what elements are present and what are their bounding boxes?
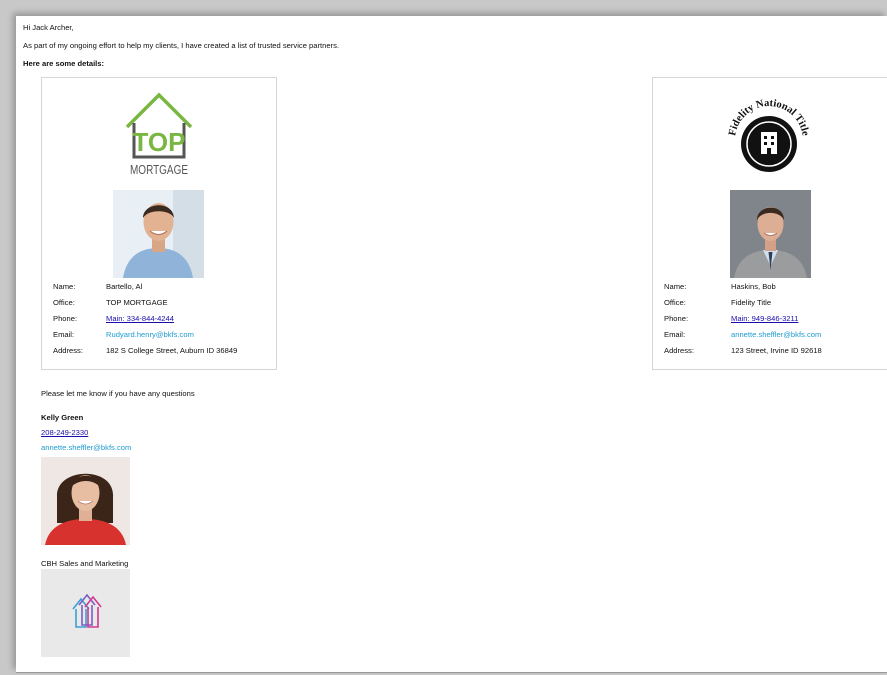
partner-photo-bob-haskins <box>730 190 811 278</box>
partner-name: Bartello, Al <box>106 282 143 292</box>
address-label: Address: <box>664 346 694 356</box>
name-label: Name: <box>53 282 76 292</box>
partner-photo-al-bartello <box>113 190 204 278</box>
signature-company: CBH Sales and Marketing <box>41 559 129 568</box>
house-logo-icon: TOP MORTGAGE <box>125 92 193 177</box>
phone-label: Phone: <box>53 314 78 324</box>
office-label: Office: <box>53 298 75 308</box>
partner-email-link[interactable]: Rudyard.henry@bkfs.com <box>106 330 194 339</box>
signature-photo-kelly-green <box>41 457 130 545</box>
phone-label: Phone: <box>664 314 689 324</box>
company-logo <box>41 569 130 657</box>
email-label: Email: <box>664 330 686 340</box>
partner-email-link[interactable]: annette.sheffler@bkfs.com <box>731 330 821 339</box>
email-viewport: Hi Jack Archer, As part of my ongoing ef… <box>0 0 887 675</box>
person-icon <box>113 190 204 278</box>
signature-email-link[interactable]: annette.sheffler@bkfs.com <box>41 443 131 452</box>
logo-top-text: TOP <box>133 127 186 157</box>
partner-office: Fidelity Title <box>731 298 772 308</box>
partner-card-fidelity-title: Fidelity National Title Name: Haskins, B… <box>652 77 887 370</box>
person-icon <box>41 457 130 545</box>
seal-logo-icon: Fidelity National Title <box>727 98 811 172</box>
office-label: Office: <box>664 298 686 308</box>
partner-office: TOP MORTGAGE <box>106 298 168 308</box>
name-label: Name: <box>664 282 687 292</box>
houses-logo-icon <box>72 593 102 628</box>
partner-address: 182 S College Street, Auburn ID 36849 <box>106 346 238 356</box>
signature-name: Kelly Green <box>41 413 84 422</box>
address-label: Address: <box>53 346 83 356</box>
greeting: Hi Jack Archer, <box>23 23 74 32</box>
partner-card-top-mortgage: TOP MORTGAGE Name: Bartello, Al Office: TO <box>41 77 277 370</box>
intro-text: As part of my ongoing effort to help my … <box>23 41 339 50</box>
partner-info-table: Name: Bartello, Al Office: TOP MORTGAGE Ph… <box>53 279 237 359</box>
partner-address: 123 Street, Irvine ID 92618 <box>731 346 822 356</box>
details-heading: Here are some details: <box>23 59 105 68</box>
logo-mortgage-text: MORTGAGE <box>130 162 188 177</box>
partner-name: Haskins, Bob <box>731 282 776 292</box>
bottom-divider <box>16 672 887 673</box>
fidelity-national-title-logo: Fidelity National Title <box>723 90 815 180</box>
email-label: Email: <box>53 330 75 340</box>
signature-phone-link[interactable]: 208-249-2330 <box>41 428 88 437</box>
closing-text: Please let me know if you have any quest… <box>41 389 195 398</box>
email-body: Hi Jack Archer, As part of my ongoing ef… <box>16 16 887 673</box>
person-icon <box>730 190 811 278</box>
partner-phone-link[interactable]: Main: 949-846-3211 <box>731 314 798 323</box>
top-mortgage-logo: TOP MORTGAGE <box>122 89 196 179</box>
partner-phone-link[interactable]: Main: 334-844-4244 <box>106 314 174 323</box>
partner-info-table: Name: Haskins, Bob Office: Fidelity Title … <box>664 279 822 359</box>
